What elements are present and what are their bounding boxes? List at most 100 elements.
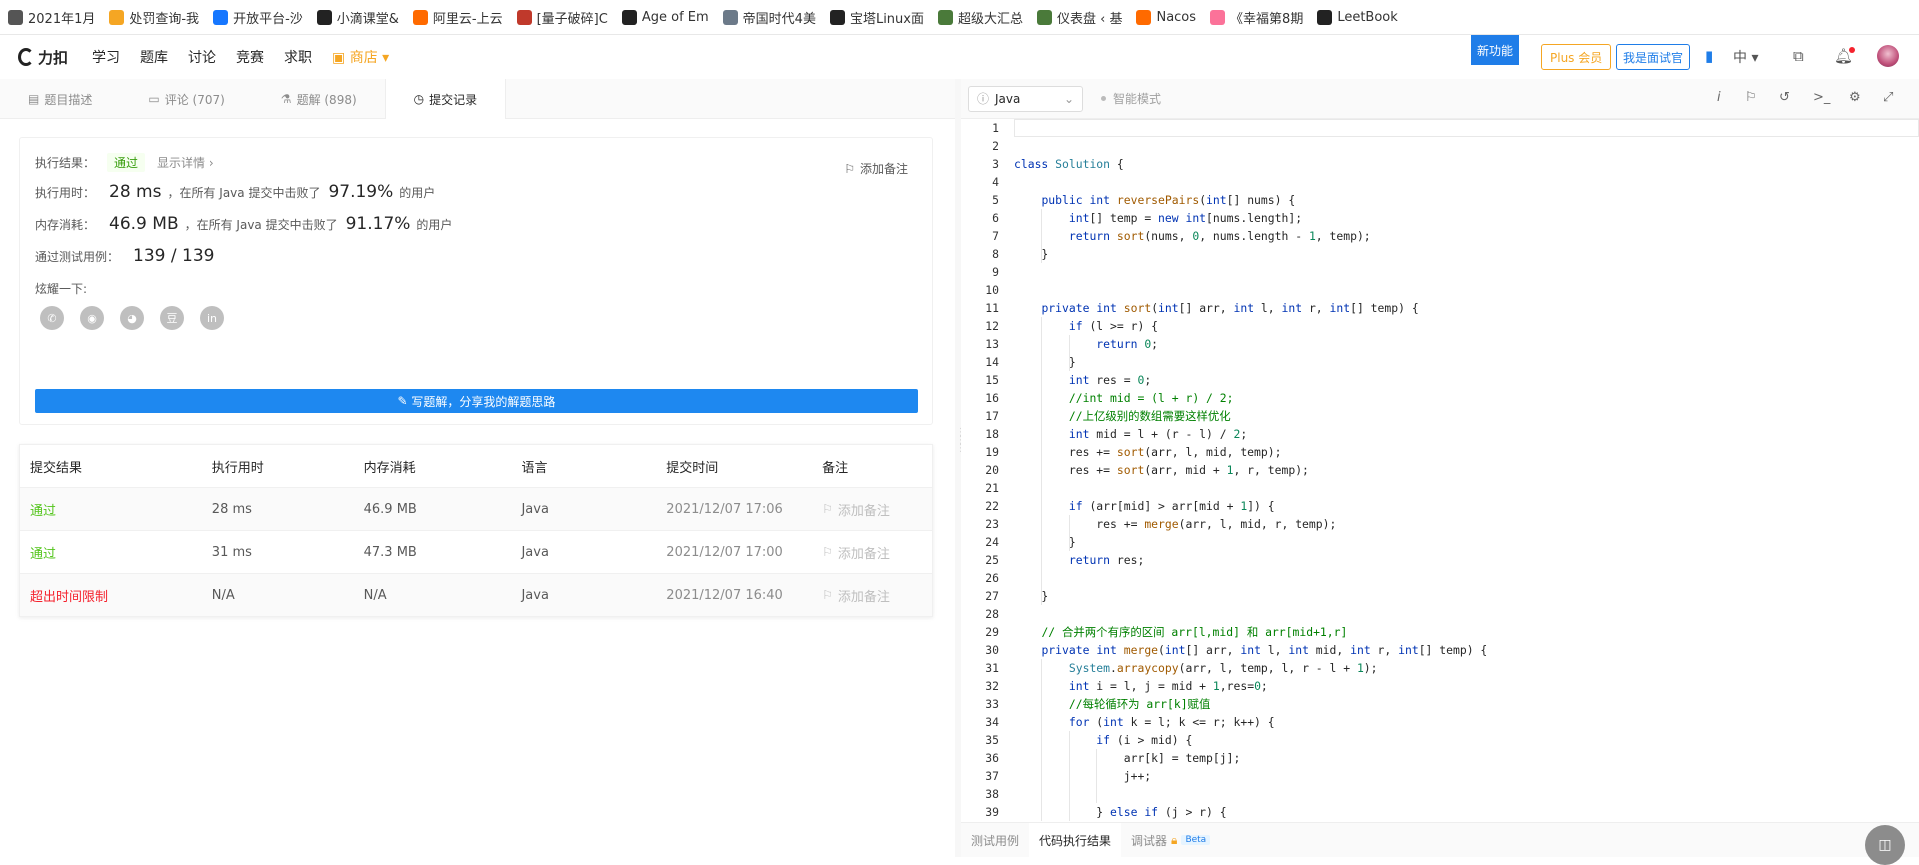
add-note-button[interactable]: ⚐ 添加备注 <box>822 543 932 562</box>
settings-icon[interactable]: ⚙ <box>1849 90 1861 105</box>
code-line[interactable]: if (l >= r) { <box>1014 317 1919 335</box>
bookmark-item[interactable]: Age of Em <box>621 9 709 25</box>
code-line[interactable]: //int mid = (l + r) / 2; <box>1014 389 1919 407</box>
write-solution-button[interactable]: ✎ 写题解，分享我的解题思路 <box>35 389 918 413</box>
table-row[interactable]: 通过 28 ms 46.9 MB Java 2021/12/07 17:06 ⚐ 添加备注 <box>20 487 932 530</box>
code-line[interactable]: } <box>1014 353 1919 371</box>
code-line[interactable]: int i = l, j = mid + 1,res=0; <box>1014 677 1919 695</box>
phone-icon[interactable]: ▮ <box>1705 47 1713 65</box>
bookmark-item[interactable]: 小滴课堂& <box>316 8 399 27</box>
tab-comments[interactable]: ▭ 评论 (707) <box>120 79 252 119</box>
add-note-button[interactable]: ⚐ 添加备注 <box>844 160 908 177</box>
code-line[interactable]: return res; <box>1014 551 1919 569</box>
bookmark-item[interactable]: 帝国时代4美 <box>722 8 816 27</box>
code-line[interactable]: for (int k = l; k <= r; k++) { <box>1014 713 1919 731</box>
bookmark-item[interactable]: 宝塔Linux面 <box>829 8 924 27</box>
code-line[interactable]: return sort(nums, 0, nums.length - 1, te… <box>1014 227 1919 245</box>
reset-icon[interactable]: ↺ <box>1779 90 1790 105</box>
code-line[interactable] <box>1014 605 1919 623</box>
code-line[interactable] <box>1014 263 1919 281</box>
code-line[interactable]: int mid = l + (r - l) / 2; <box>1014 425 1919 443</box>
terminal-icon[interactable]: >_ <box>1813 90 1830 105</box>
bookmark-item[interactable]: 处罚查询-我 <box>109 8 199 27</box>
tab-solutions[interactable]: ⚗ 题解 (898) <box>253 79 385 119</box>
linkedin-icon[interactable]: in <box>200 306 224 330</box>
language-toggle[interactable]: 中 ▾ <box>1733 47 1758 67</box>
leetcode-logo[interactable]: 力扣 <box>18 47 68 68</box>
bookmark-item[interactable]: 仪表盘 ‹ 基 <box>1037 8 1122 27</box>
code-line[interactable]: } <box>1014 587 1919 605</box>
tab-testcase[interactable]: 测试用例 <box>961 823 1029 858</box>
add-note-button[interactable]: ⚐ 添加备注 <box>822 586 932 605</box>
code-line[interactable]: System.arraycopy(arr, l, temp, l, r - l … <box>1014 659 1919 677</box>
bookmark-item[interactable]: 《幸福第8期 <box>1210 8 1303 27</box>
code-line[interactable] <box>1014 785 1919 803</box>
table-row[interactable]: 超出时间限制 N/A N/A Java 2021/12/07 16:40 ⚐ 添加备注 <box>20 573 932 616</box>
code-line[interactable] <box>1014 569 1919 587</box>
plus-member-button[interactable]: Plus 会员 <box>1541 44 1612 70</box>
show-details-link[interactable]: 显示详情 › <box>157 154 214 171</box>
bookmark-item[interactable]: 超级大汇总 <box>937 8 1023 27</box>
code-line[interactable]: } else if (j > r) { <box>1014 803 1919 821</box>
code-line[interactable]: int res = 0; <box>1014 371 1919 389</box>
nav-learn[interactable]: 学习 <box>92 47 120 67</box>
fullscreen-icon[interactable]: ⤢ <box>1883 90 1893 105</box>
submission-status[interactable]: 通过 <box>20 500 212 519</box>
flag-icon[interactable]: ⚐ <box>1745 90 1757 105</box>
douban-icon[interactable]: 豆 <box>160 306 184 330</box>
code-line[interactable]: } <box>1014 245 1919 263</box>
nav-contest[interactable]: 竞赛 <box>236 47 264 67</box>
new-feature-badge[interactable]: 新功能 <box>1471 35 1519 65</box>
code-line[interactable]: // 合并两个有序的区间 arr[l,mid] 和 arr[mid+1,r] <box>1014 623 1919 641</box>
code-line[interactable]: //上亿级别的数组需要这样优化 <box>1014 407 1919 425</box>
code-line[interactable]: } <box>1014 533 1919 551</box>
code-line[interactable]: if (arr[mid] > arr[mid + 1]) { <box>1014 497 1919 515</box>
code-line[interactable] <box>1014 173 1919 191</box>
info-icon[interactable]: i <box>1717 90 1721 105</box>
code-line[interactable]: res += merge(arr, l, mid, r, temp); <box>1014 515 1919 533</box>
wechat-icon[interactable]: ✆ <box>40 306 64 330</box>
table-row[interactable]: 通过 31 ms 47.3 MB Java 2021/12/07 17:00 ⚐ 添加备注 <box>20 530 932 573</box>
submission-status[interactable]: 超出时间限制 <box>20 586 212 605</box>
code-line[interactable]: private int merge(int[] arr, int l, int … <box>1014 641 1919 659</box>
code-line[interactable] <box>1014 479 1919 497</box>
bookmark-item[interactable]: [量子破碎]C <box>516 8 608 27</box>
tab-description[interactable]: ▤ 题目描述 <box>0 79 120 119</box>
playground-icon[interactable]: ⧉ <box>1793 47 1804 65</box>
code-line[interactable] <box>1014 281 1919 299</box>
language-select[interactable]: ⓘ Java ⌄ <box>968 85 1083 112</box>
weibo-icon[interactable]: ◉ <box>80 306 104 330</box>
nav-problems[interactable]: 题库 <box>140 47 168 67</box>
bookmark-item[interactable]: 2021年1月 <box>8 8 95 27</box>
code-line[interactable]: res += sort(arr, l, mid, temp); <box>1014 443 1919 461</box>
code-line[interactable] <box>1014 137 1919 155</box>
nav-jobs[interactable]: 求职 <box>284 47 312 67</box>
code-line[interactable]: j++; <box>1014 767 1919 785</box>
qq-icon[interactable]: ◕ <box>120 306 144 330</box>
nav-shop[interactable]: ▣ 商店 ▾ <box>332 47 389 67</box>
code-line[interactable]: int[] temp = new int[nums.length]; <box>1014 209 1919 227</box>
tab-submissions[interactable]: ◷ 提交记录 <box>384 79 507 119</box>
code-line[interactable]: if (i > mid) { <box>1014 731 1919 749</box>
code-line[interactable] <box>1014 119 1919 137</box>
bookmark-item[interactable]: Nacos <box>1136 9 1196 25</box>
submission-status[interactable]: 通过 <box>20 543 212 562</box>
code-lines[interactable]: class Solution { public int reversePairs… <box>1014 119 1919 821</box>
code-line[interactable]: class Solution { <box>1014 155 1919 173</box>
bookmark-item[interactable]: LeetBook <box>1317 9 1398 25</box>
tab-run-result[interactable]: 代码执行结果 <box>1029 822 1122 858</box>
code-line[interactable]: res += sort(arr, mid + 1, r, temp); <box>1014 461 1919 479</box>
bookmark-item[interactable]: 阿里云-上云 <box>412 8 503 27</box>
code-editor[interactable]: 1 2 3 4 5 6 7 8 9 10 11 12 13 14 15 16 17 18 19 20 21 22 23 24 2… <box>961 119 1919 822</box>
code-line[interactable]: return 0; <box>1014 335 1919 353</box>
code-line[interactable]: private int sort(int[] arr, int l, int r… <box>1014 299 1919 317</box>
console-toggle-button[interactable]: ◫ <box>1865 825 1905 865</box>
smart-mode-toggle[interactable]: 智能模式 <box>1101 90 1161 107</box>
nav-discuss[interactable]: 讨论 <box>188 47 216 67</box>
tab-debugger[interactable]: 调试器 🔒︎ Beta <box>1121 823 1220 858</box>
avatar[interactable] <box>1877 45 1899 67</box>
interviewer-button[interactable]: 我是面试官 <box>1616 44 1691 70</box>
bookmark-item[interactable]: 开放平台-沙 <box>213 8 303 27</box>
code-line[interactable]: //每轮循环为 arr[k]赋值 <box>1014 695 1919 713</box>
add-note-button[interactable]: ⚐ 添加备注 <box>822 500 932 519</box>
